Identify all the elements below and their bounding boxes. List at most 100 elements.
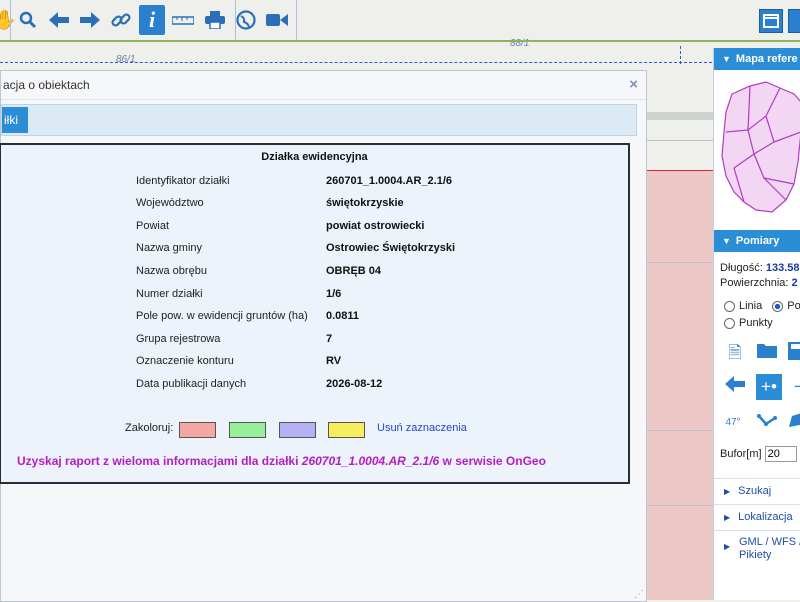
- globe-icon[interactable]: [233, 7, 259, 33]
- map-boundary-dashed: [0, 62, 712, 63]
- main-toolbar: ✋ i: [0, 0, 800, 42]
- window-icon[interactable]: [759, 9, 783, 33]
- detail-value: 2026-08-12: [326, 378, 383, 390]
- link-icon[interactable]: [108, 7, 134, 33]
- path-icon[interactable]: [756, 412, 778, 434]
- buffer-label: Bufor[m]: [720, 448, 762, 460]
- toolbar-divider: [235, 0, 236, 40]
- detail-label: Oznaczenie konturu: [136, 355, 234, 367]
- resize-grip-icon[interactable]: ⋰: [634, 589, 644, 600]
- report-text-suffix: w serwisie OnGeo: [439, 454, 546, 468]
- info-icon[interactable]: i: [139, 5, 165, 35]
- toolbar-bottom-border: [0, 40, 800, 42]
- chevron-right-icon: ▶: [724, 542, 731, 551]
- back-arrow-icon[interactable]: [46, 7, 72, 33]
- detail-value: świętokrzyskie: [326, 197, 404, 209]
- length-label: Długość:: [720, 262, 766, 274]
- detail-value: 0.0811: [326, 310, 360, 322]
- radio-line-label: Linia: [739, 300, 763, 312]
- minus-icon[interactable]: −: [788, 376, 800, 398]
- color-swatch-yellow[interactable]: [328, 422, 365, 438]
- measurements-title: Pomiary: [735, 235, 780, 247]
- panel-icon[interactable]: [788, 9, 800, 33]
- radio-button-selected[interactable]: [772, 300, 784, 312]
- gml-wfs-section[interactable]: ▶ GML / WFS / Pikiety: [714, 530, 800, 572]
- report-parcel-id: 260701_1.0004.AR_2.1/6: [301, 454, 440, 468]
- report-text-prefix: Uzyskaj raport z wieloma informacjami dl…: [17, 454, 302, 468]
- detail-label: Powiat: [136, 220, 170, 232]
- detail-label: Województwo: [136, 197, 204, 209]
- tab-parcels[interactable]: iłki: [2, 107, 28, 133]
- radio-polygon-label: Po: [787, 300, 800, 312]
- print-icon[interactable]: [202, 7, 228, 33]
- area-readout: Powierzchnia: 2: [720, 277, 798, 289]
- detail-label: Numer działki: [136, 288, 203, 300]
- detail-value: 1/6: [326, 288, 342, 300]
- detail-value: 260701_1.0004.AR_2.1/6: [326, 175, 452, 187]
- chevron-down-icon: ▼: [722, 54, 731, 64]
- dialog-header[interactable]: acja o obiektach ×: [1, 71, 646, 100]
- area-label: Powierzchnia:: [720, 277, 792, 289]
- area-value: 2: [791, 277, 798, 289]
- reference-map-header[interactable]: ▼ Mapa refere: [714, 48, 800, 70]
- chevron-right-icon: ▶: [724, 513, 731, 522]
- back-arrow-icon[interactable]: [724, 376, 746, 398]
- radio-points-label: Punkty: [739, 317, 773, 329]
- length-readout: Długość: 133.58: [720, 262, 800, 274]
- parcel-details-panel: Działka ewidencyjna Identyfikator działk…: [0, 143, 630, 484]
- detail-label: Pole pow. w ewidencji gruntów (ha): [136, 310, 308, 322]
- measurements-header[interactable]: ▼ Pomiary: [714, 230, 800, 252]
- polygon-icon[interactable]: [786, 412, 800, 434]
- detail-label: Nazwa gminy: [136, 242, 203, 254]
- search-section[interactable]: ▶ Szukaj: [714, 478, 800, 503]
- pikiety-label: Pikiety: [739, 549, 772, 561]
- ongeo-report-link[interactable]: Uzyskaj raport z wieloma informacjami dl…: [17, 454, 617, 468]
- detail-label: Data publikacji danych: [136, 378, 247, 390]
- dialog-title: acja o obiektach: [3, 78, 90, 92]
- radio-button[interactable]: [724, 300, 735, 312]
- angle-icon[interactable]: 47°: [722, 412, 744, 434]
- color-swatch-red[interactable]: [179, 422, 216, 438]
- gml-wfs-label: GML / WFS /: [739, 536, 800, 548]
- toolbar-divider: [296, 0, 297, 40]
- buffer-input[interactable]: [764, 446, 797, 462]
- color-swatch-purple[interactable]: [279, 422, 316, 438]
- radio-line[interactable]: Linia Po: [724, 300, 800, 312]
- ruler-icon[interactable]: [170, 7, 196, 33]
- detail-value: 7: [326, 333, 333, 345]
- add-point-icon[interactable]: +•: [756, 374, 782, 400]
- detail-value: powiat ostrowiecki: [326, 220, 425, 232]
- chevron-right-icon: ▶: [724, 487, 731, 496]
- object-info-dialog: acja o obiektach × iłki Działka ewidency…: [0, 70, 647, 602]
- forward-arrow-icon[interactable]: [77, 7, 103, 33]
- color-swatch-green[interactable]: [229, 422, 266, 438]
- save-icon[interactable]: [786, 342, 800, 364]
- detail-label: Nazwa obrębu: [136, 265, 207, 277]
- detail-label: Identyfikator działki: [136, 175, 230, 187]
- reference-map-title: Mapa refere: [735, 53, 798, 65]
- dialog-tab-bar: iłki: [1, 104, 637, 136]
- detail-label: Grupa rejestrowa: [136, 333, 221, 345]
- radio-button[interactable]: [724, 317, 735, 329]
- document-icon[interactable]: 🗎: [724, 342, 746, 364]
- search-section-label: Szukaj: [738, 485, 772, 497]
- reference-map[interactable]: [714, 72, 800, 222]
- clear-selection-link[interactable]: Usuń zaznaczenia: [377, 422, 467, 434]
- detail-value: Ostrowiec Świętokrzyski: [326, 242, 455, 254]
- video-camera-icon[interactable]: [264, 7, 290, 33]
- chevron-down-icon: ▼: [722, 236, 731, 246]
- map-parcel-label: 86/1: [116, 54, 136, 65]
- parcel-heading: Działka ewidencyjna: [261, 151, 368, 163]
- poland-map-outline: [721, 81, 800, 213]
- length-value: 133.58: [765, 262, 800, 274]
- folder-icon[interactable]: [756, 342, 778, 364]
- toolbar-divider: [10, 0, 11, 40]
- colorize-label: Zakoloruj:: [125, 422, 174, 434]
- radio-points[interactable]: Punkty: [724, 317, 773, 329]
- location-section-label: Lokalizacja: [738, 511, 793, 523]
- location-section[interactable]: ▶ Lokalizacja: [714, 504, 800, 529]
- close-icon[interactable]: ×: [629, 71, 638, 99]
- right-side-panel: ▼ Mapa refere ▼ Pomiary Długość: 133.58 Po…: [713, 48, 800, 600]
- detail-value: RV: [326, 355, 342, 367]
- zoom-icon[interactable]: [15, 7, 41, 33]
